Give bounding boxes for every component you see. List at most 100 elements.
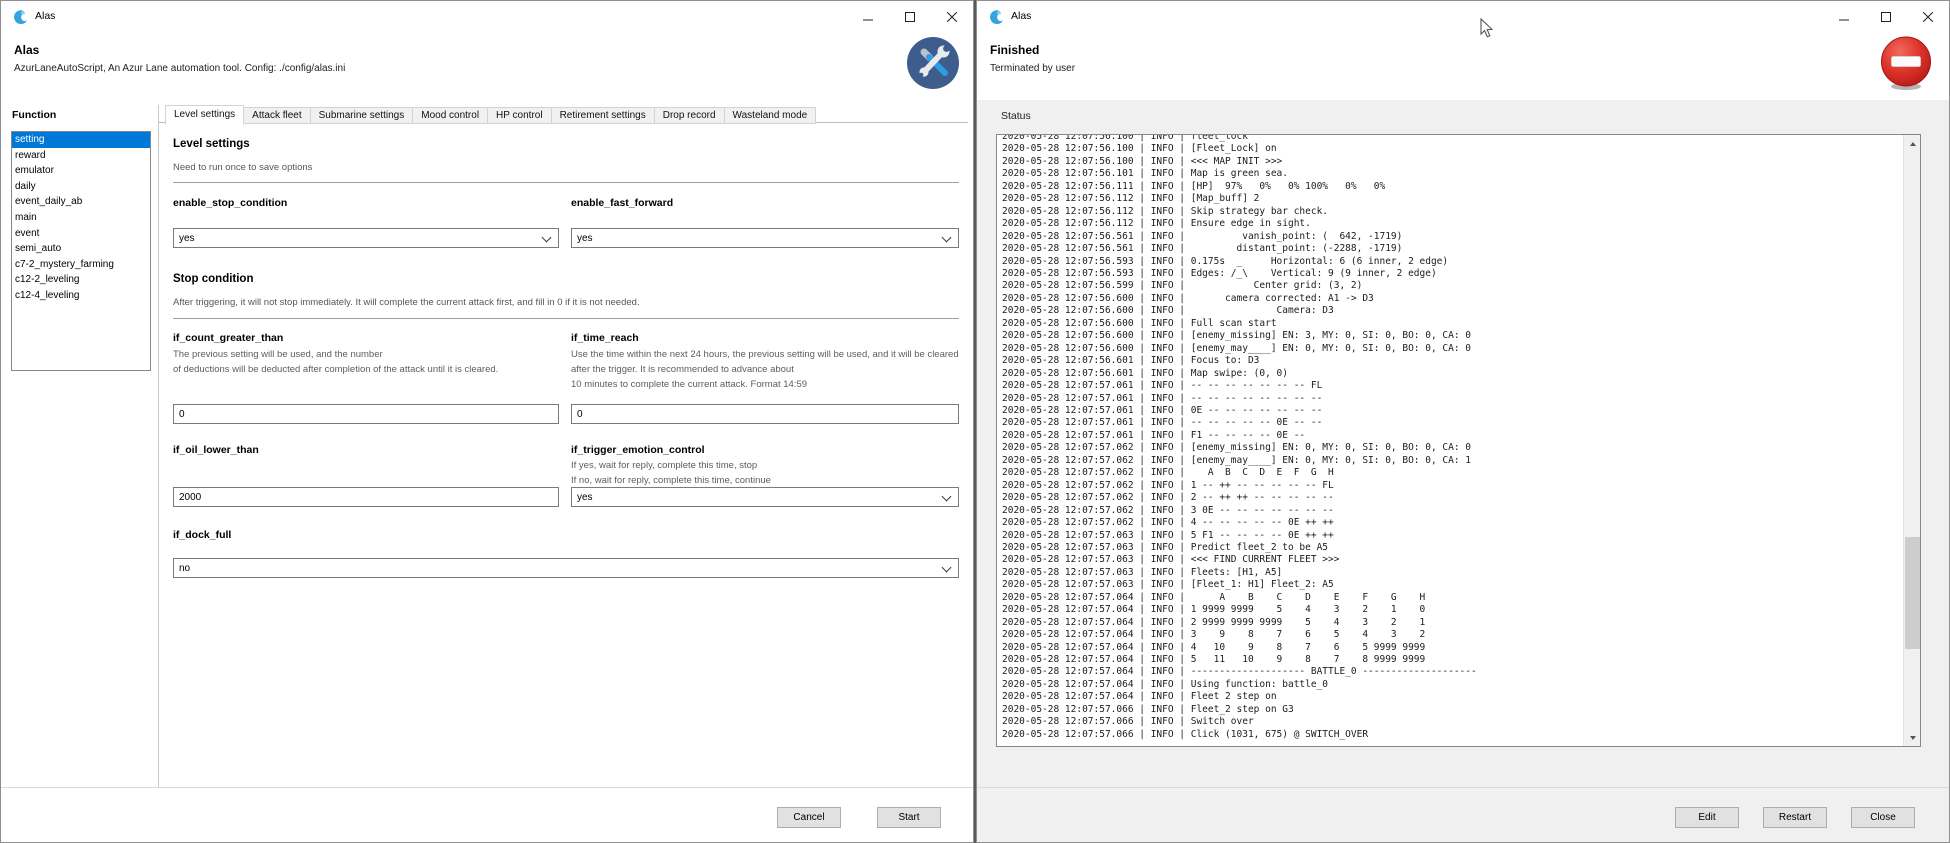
- log-line: 2020-05-28 12:07:57.064 | INFO | 1 9999 …: [1002, 604, 1902, 616]
- log-line: 2020-05-28 12:07:57.061 | INFO | -- -- -…: [1002, 393, 1902, 405]
- start-button[interactable]: Start: [877, 807, 941, 828]
- function-list-item[interactable]: event_daily_ab: [12, 194, 150, 210]
- close-button[interactable]: [1907, 1, 1949, 33]
- log-line: 2020-05-28 12:07:57.062 | INFO | 2 -- ++…: [1002, 492, 1902, 504]
- maximize-button[interactable]: [1865, 1, 1907, 33]
- run-status-subtitle: Terminated by user: [990, 63, 1075, 74]
- log-line: 2020-05-28 12:07:56.100 | INFO | <<< MAP…: [1002, 156, 1902, 168]
- log-line: 2020-05-28 12:07:57.062 | INFO | A B C D…: [1002, 467, 1902, 479]
- tab[interactable]: Level settings: [165, 105, 244, 125]
- log-line: 2020-05-28 12:07:56.601 | INFO | Map swi…: [1002, 368, 1902, 380]
- function-list-item[interactable]: semi_auto: [12, 241, 150, 257]
- minimize-button[interactable]: [847, 1, 889, 33]
- enable-fast-forward-select[interactable]: yes: [571, 228, 959, 248]
- log-line: 2020-05-28 12:07:57.062 | INFO | 4 -- --…: [1002, 517, 1902, 529]
- log-lines: 2020-05-28 12:07:56.100 | INFO | fleet_l…: [1002, 134, 1902, 741]
- if-trigger-emotion-control-label: if_trigger_emotion_control: [571, 444, 705, 456]
- function-list-item[interactable]: setting: [12, 132, 150, 148]
- function-list-item[interactable]: c12-4_leveling: [12, 288, 150, 304]
- config-subtitle: AzurLaneAutoScript, An Azur Lane automat…: [14, 63, 345, 74]
- log-scrollbar[interactable]: [1903, 135, 1920, 746]
- log-line: 2020-05-28 12:07:57.063 | INFO | [Fleet_…: [1002, 579, 1902, 591]
- function-list: settingrewardemulatordailyevent_daily_ab…: [11, 131, 151, 371]
- window-title: Alas: [35, 10, 55, 22]
- log-line: 2020-05-28 12:07:57.066 | INFO | Switch …: [1002, 716, 1902, 728]
- log-line: 2020-05-28 12:07:57.064 | INFO | -------…: [1002, 666, 1902, 678]
- tab[interactable]: Wasteland mode: [725, 107, 817, 124]
- log-line: 2020-05-28 12:07:57.063 | INFO | Predict…: [1002, 542, 1902, 554]
- if-trigger-emotion-control-select[interactable]: yes: [571, 487, 959, 507]
- log-line: 2020-05-28 12:07:56.601 | INFO | Focus t…: [1002, 355, 1902, 367]
- edit-button[interactable]: Edit: [1675, 807, 1739, 828]
- log-line: 2020-05-28 12:07:56.599 | INFO | Center …: [1002, 280, 1902, 292]
- log-line: 2020-05-28 12:07:57.063 | INFO | 5 F1 --…: [1002, 530, 1902, 542]
- log-line: 2020-05-28 12:07:56.101 | INFO | Map is …: [1002, 168, 1902, 180]
- function-list-item[interactable]: emulator: [12, 163, 150, 179]
- chevron-down-icon: [942, 492, 952, 502]
- scroll-up-icon[interactable]: [1904, 135, 1921, 152]
- if-time-reach-label: if_time_reach: [571, 332, 639, 344]
- enable-stop-condition-select[interactable]: yes: [173, 228, 559, 248]
- log-line: 2020-05-28 12:07:56.100 | INFO | [Fleet_…: [1002, 143, 1902, 155]
- log-line: 2020-05-28 12:07:57.064 | INFO | 2 9999 …: [1002, 617, 1902, 629]
- function-list-item[interactable]: main: [12, 210, 150, 226]
- section-title-level-settings: Level settings: [173, 138, 250, 150]
- titlebar[interactable]: Alas: [1, 1, 973, 33]
- function-list-item[interactable]: daily: [12, 179, 150, 195]
- log-line: 2020-05-28 12:07:57.062 | INFO | 3 0E --…: [1002, 505, 1902, 517]
- tab[interactable]: Drop record: [655, 107, 725, 124]
- tab[interactable]: Retirement settings: [552, 107, 655, 124]
- function-list-item[interactable]: event: [12, 226, 150, 242]
- close-window-button[interactable]: Close: [1851, 807, 1915, 828]
- log-line: 2020-05-28 12:07:56.112 | INFO | Ensure …: [1002, 218, 1902, 230]
- footer-divider: [1, 787, 973, 788]
- log-line: 2020-05-28 12:07:56.600 | INFO | Camera:…: [1002, 305, 1902, 317]
- log-line: 2020-05-28 12:07:57.064 | INFO | 4 10 9 …: [1002, 642, 1902, 654]
- if-dock-full-select[interactable]: no: [173, 558, 959, 578]
- log-line: 2020-05-28 12:07:56.600 | INFO | [enemy_…: [1002, 343, 1902, 355]
- chevron-down-icon: [942, 563, 952, 573]
- if-trigger-emotion-control-help: If yes, wait for reply, complete this ti…: [571, 459, 959, 489]
- window-controls: [1823, 1, 1949, 33]
- if-time-reach-input[interactable]: [571, 404, 959, 424]
- tab[interactable]: Mood control: [413, 107, 488, 124]
- minimize-button[interactable]: [1823, 1, 1865, 33]
- log-line: 2020-05-28 12:07:57.064 | INFO | 3 9 8 7…: [1002, 629, 1902, 641]
- log-line: 2020-05-28 12:07:57.063 | INFO | <<< FIN…: [1002, 554, 1902, 566]
- log-line: 2020-05-28 12:07:56.593 | INFO | Edges: …: [1002, 268, 1902, 280]
- log-line: 2020-05-28 12:07:57.064 | INFO | Using f…: [1002, 679, 1902, 691]
- if-count-greater-than-help: The previous setting will be used, and t…: [173, 348, 559, 378]
- restart-button[interactable]: Restart: [1763, 807, 1827, 828]
- cancel-button[interactable]: Cancel: [777, 807, 841, 828]
- maximize-button[interactable]: [889, 1, 931, 33]
- alas-config-window: Alas Alas AzurLaneAutoScript, An Azur La…: [0, 0, 974, 843]
- chevron-down-icon: [942, 233, 952, 243]
- tab[interactable]: Attack fleet: [244, 107, 310, 124]
- alas-run-window: Alas Finished Terminated by user Status: [976, 0, 1950, 843]
- log-line: 2020-05-28 12:07:57.064 | INFO | Fleet 2…: [1002, 691, 1902, 703]
- tab[interactable]: HP control: [488, 107, 552, 124]
- tab[interactable]: Submarine settings: [311, 107, 414, 124]
- enable-fast-forward-label: enable_fast_forward: [571, 197, 673, 209]
- function-list-item[interactable]: c7-2_mystery_farming: [12, 257, 150, 273]
- log-line: 2020-05-28 12:07:57.061 | INFO | 0E -- -…: [1002, 405, 1902, 417]
- close-button[interactable]: [931, 1, 973, 33]
- function-list-item[interactable]: reward: [12, 148, 150, 164]
- log-line: 2020-05-28 12:07:57.061 | INFO | F1 -- -…: [1002, 430, 1902, 442]
- sidebar-divider: [158, 105, 159, 787]
- log-line: 2020-05-28 12:07:57.062 | INFO | [enemy_…: [1002, 455, 1902, 467]
- tab-bar: Level settingsAttack fleetSubmarine sett…: [165, 105, 816, 124]
- divider: [173, 318, 959, 319]
- titlebar[interactable]: Alas: [977, 1, 1949, 33]
- if-count-greater-than-input[interactable]: [173, 404, 559, 424]
- status-panel: Status 2020-05-28 12:07:56.100 | INFO | …: [977, 100, 1949, 842]
- tools-badge-icon: [904, 34, 962, 92]
- log-line: 2020-05-28 12:07:57.066 | INFO | Fleet_2…: [1002, 704, 1902, 716]
- scrollbar-thumb[interactable]: [1905, 537, 1920, 649]
- scroll-down-icon[interactable]: [1904, 729, 1921, 746]
- footer-divider: [977, 787, 1949, 788]
- if-time-reach-help: Use the time within the next 24 hours, t…: [571, 348, 959, 392]
- log-line: 2020-05-28 12:07:56.600 | INFO | [enemy_…: [1002, 330, 1902, 342]
- function-list-item[interactable]: c12-2_leveling: [12, 272, 150, 288]
- if-oil-lower-than-input[interactable]: [173, 487, 559, 507]
